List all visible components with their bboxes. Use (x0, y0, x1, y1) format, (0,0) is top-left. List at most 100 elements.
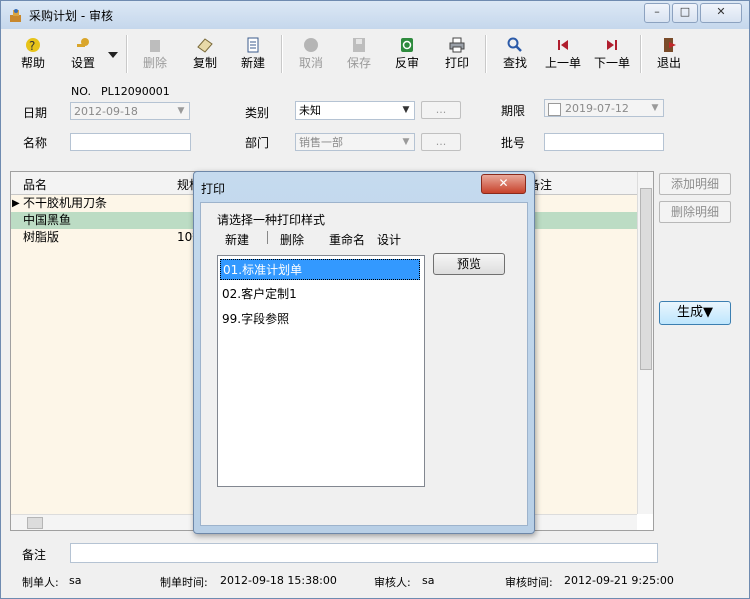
save-button[interactable]: 保存 (335, 33, 383, 75)
printer-icon (449, 37, 465, 53)
new-button[interactable]: 新建 (229, 33, 277, 75)
dept-browse-button[interactable]: ... (421, 133, 461, 151)
settings-dropdown[interactable] (105, 33, 121, 75)
list-item[interactable]: 02.客户定制1 (220, 284, 420, 305)
dept-label: 部门 (245, 136, 270, 150)
deadline-dropdown-icon[interactable]: ▼ (648, 101, 662, 115)
deadline-value: 2019-07-12 (565, 102, 629, 115)
dept-value: 销售一部 (299, 136, 343, 149)
save-icon (353, 38, 365, 52)
toolbar-separator (126, 35, 128, 73)
window-title: 采购计划 - 审核 (29, 9, 113, 23)
vertical-scroll-thumb[interactable] (640, 188, 652, 370)
delete-detail-button[interactable]: 删除明细 (659, 201, 731, 223)
rename-style-link[interactable]: 重命名 (329, 231, 365, 248)
cancel-button[interactable]: 取消 (287, 33, 335, 75)
key-icon (77, 38, 89, 47)
delete-style-link[interactable]: 删除 (280, 231, 304, 248)
creator-value: sa (69, 574, 82, 587)
next-label: 下一单 (593, 56, 630, 70)
deadline-field[interactable]: 2019-07-12 ▼ (544, 99, 664, 117)
cancel-label: 取消 (298, 56, 323, 70)
dialog-prompt: 请选择一种打印样式 (217, 213, 326, 227)
find-button[interactable]: 查找 (491, 33, 539, 75)
close-window-button[interactable]: ✕ (700, 3, 742, 23)
date-field[interactable]: 2012-09-18 ▼ (70, 102, 190, 120)
category-select[interactable]: 未知 ▼ (295, 101, 415, 120)
cell-name[interactable]: 树脂版 (23, 229, 59, 246)
deadline-label: 期限 (501, 104, 526, 118)
batch-field[interactable] (544, 133, 664, 151)
prev-button[interactable]: 上一单 (539, 33, 587, 75)
category-dropdown-icon[interactable]: ▼ (399, 103, 413, 117)
header-form: NO. PL12090001 日期 2012-09-18 ▼ 类别 未知 ▼ .… (9, 77, 742, 163)
no-value: PL12090001 (101, 85, 170, 98)
settings-button[interactable]: 设置 (59, 33, 107, 75)
design-style-link[interactable]: 设计 (377, 231, 401, 248)
date-value: 2012-09-18 (74, 105, 138, 118)
reviewed-time-label: 审核时间: (505, 576, 553, 589)
exit-door-icon (664, 38, 676, 52)
reviewer-value: sa (422, 574, 435, 587)
exit-button[interactable]: 退出 (645, 33, 693, 75)
cell-name[interactable]: 不干胶机用刀条 (23, 195, 107, 212)
dialog-close-button[interactable]: ✕ (481, 174, 526, 194)
dept-select[interactable]: 销售一部 ▼ (295, 133, 415, 151)
category-value: 未知 (299, 104, 321, 117)
print-label: 打印 (444, 56, 469, 70)
toolbar-separator (640, 35, 642, 73)
settings-label: 设置 (70, 56, 95, 70)
creator-label: 制单人: (22, 576, 59, 589)
unapprove-label: 反审 (394, 56, 419, 70)
minimize-button[interactable]: – (644, 3, 670, 23)
dialog-body: 请选择一种打印样式 新建 删除 重命名 设计 01.标准计划单 02.客户定制1… (200, 202, 528, 526)
new-label: 新建 (240, 56, 265, 70)
remark-field[interactable] (70, 543, 658, 563)
name-field[interactable] (70, 133, 191, 151)
add-detail-button[interactable]: 添加明细 (659, 173, 731, 195)
dropdown-arrow-icon (108, 52, 118, 58)
prev-record-icon (558, 40, 568, 50)
print-dialog: 打印 ✕ 请选择一种打印样式 新建 删除 重命名 设计 01.标准计划单 02.… (193, 171, 535, 534)
toolbar: ? 帮助 设置 删除 复制 新建 取消 保存 反审 打印 查找 上一单 下一单 … (9, 33, 741, 75)
save-label: 保存 (346, 56, 371, 70)
cancel-icon (304, 38, 318, 52)
deadline-checkbox[interactable] (548, 103, 561, 116)
copy-button[interactable]: 复制 (181, 33, 229, 75)
date-dropdown-icon[interactable]: ▼ (174, 104, 188, 118)
new-style-link[interactable]: 新建 (225, 231, 249, 248)
next-button[interactable]: 下一单 (588, 33, 636, 75)
copy-icon (197, 38, 213, 53)
generate-button[interactable]: 生成▼ (659, 301, 731, 325)
row-pointer-icon: ▶ (12, 198, 20, 209)
copy-label: 复制 (192, 56, 217, 70)
col-header-name[interactable]: 品名 (23, 176, 47, 193)
no-label: NO. (71, 85, 91, 98)
new-document-icon (247, 37, 259, 53)
maximize-button[interactable]: □ (672, 3, 698, 23)
help-icon: ? (26, 38, 40, 53)
preview-button[interactable]: 预览 (433, 253, 505, 275)
remark-label: 备注 (22, 548, 47, 562)
delete-button[interactable]: 删除 (131, 33, 179, 75)
cell-name[interactable]: 中国黑鱼 (23, 212, 71, 229)
category-browse-button[interactable]: ... (421, 101, 461, 119)
refresh-icon (401, 38, 413, 52)
next-record-icon (607, 40, 617, 50)
delete-label: 删除 (142, 56, 167, 70)
list-item[interactable]: 01.标准计划单 (220, 259, 420, 280)
print-style-list[interactable]: 01.标准计划单 02.客户定制1 99.字段参照 (217, 255, 425, 487)
find-label: 查找 (502, 56, 527, 70)
list-item[interactable]: 99.字段参照 (220, 309, 420, 330)
print-button[interactable]: 打印 (433, 33, 481, 75)
horizontal-scroll-thumb[interactable] (27, 517, 43, 529)
unapprove-button[interactable]: 反审 (383, 33, 431, 75)
help-button[interactable]: ? 帮助 (9, 33, 57, 75)
title-bar: 采购计划 - 审核 – □ ✕ (1, 1, 749, 29)
vertical-scrollbar[interactable] (637, 172, 653, 514)
category-label: 类别 (245, 106, 270, 120)
batch-label: 批号 (501, 136, 526, 150)
reviewer-label: 审核人: (374, 576, 411, 589)
dept-dropdown-icon[interactable]: ▼ (399, 135, 413, 149)
toolbar-separator (281, 35, 283, 73)
